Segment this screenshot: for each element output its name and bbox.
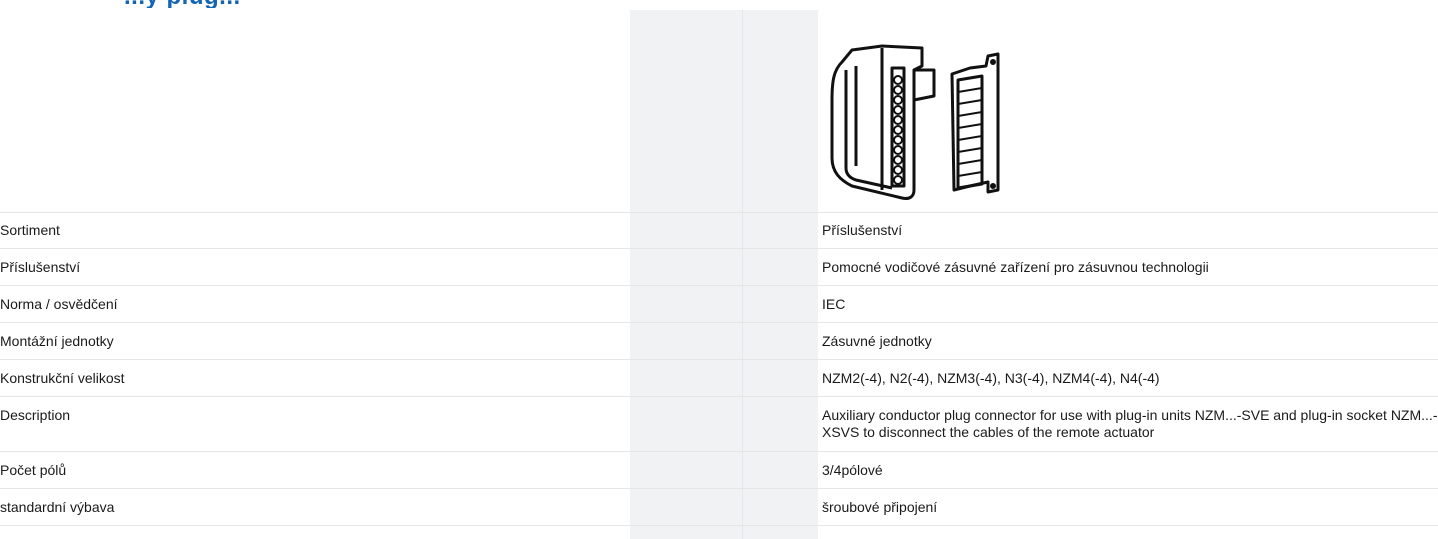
property-label: Konstrukční velikost [0, 370, 125, 386]
table-row: Sortiment Příslušenství [0, 212, 1438, 249]
table-row: Konstrukční velikost NZM2(-4), N2(-4), N… [0, 360, 1438, 397]
page-title-strip: ...y plug... [0, 0, 1438, 8]
table-row: Norma / osvědčení IEC [0, 286, 1438, 323]
property-value: Zásuvné jednotky [822, 333, 932, 349]
page-title: ...y plug... [124, 0, 241, 8]
property-label: Příslušenství [0, 259, 81, 275]
property-label: Description [0, 407, 71, 423]
property-label: Norma / osvědčení [0, 296, 118, 312]
property-value: 3/4pólové [822, 462, 883, 478]
property-value: Auxiliary conductor plug connector for u… [822, 407, 1438, 440]
table-row: standardní výbava šroubové připojení [0, 489, 1438, 526]
property-value: NZM2(-4), N2(-4), NZM3(-4), N3(-4), NZM4… [822, 370, 1160, 386]
properties-table: Sortiment Příslušenství Příslušenství Po… [0, 212, 1438, 526]
property-label: Sortiment [0, 222, 60, 238]
table-row: Počet pólů 3/4pólové [0, 452, 1438, 489]
property-label: Počet pólů [0, 462, 67, 478]
plug-connector-icon [822, 40, 1012, 210]
table-row: Příslušenství Pomocné vodičové zásuvné z… [0, 249, 1438, 286]
table-row: Montážní jednotky Zásuvné jednotky [0, 323, 1438, 360]
property-value: Příslušenství [822, 222, 903, 238]
image-row [0, 10, 1438, 213]
property-label: Montážní jednotky [0, 333, 114, 349]
table-row: Description Auxiliary conductor plug con… [0, 397, 1438, 452]
property-label: standardní výbava [0, 499, 115, 515]
property-value: Pomocné vodičové zásuvné zařízení pro zá… [822, 259, 1209, 275]
property-value: šroubové připojení [822, 499, 938, 515]
property-value: IEC [822, 296, 846, 312]
